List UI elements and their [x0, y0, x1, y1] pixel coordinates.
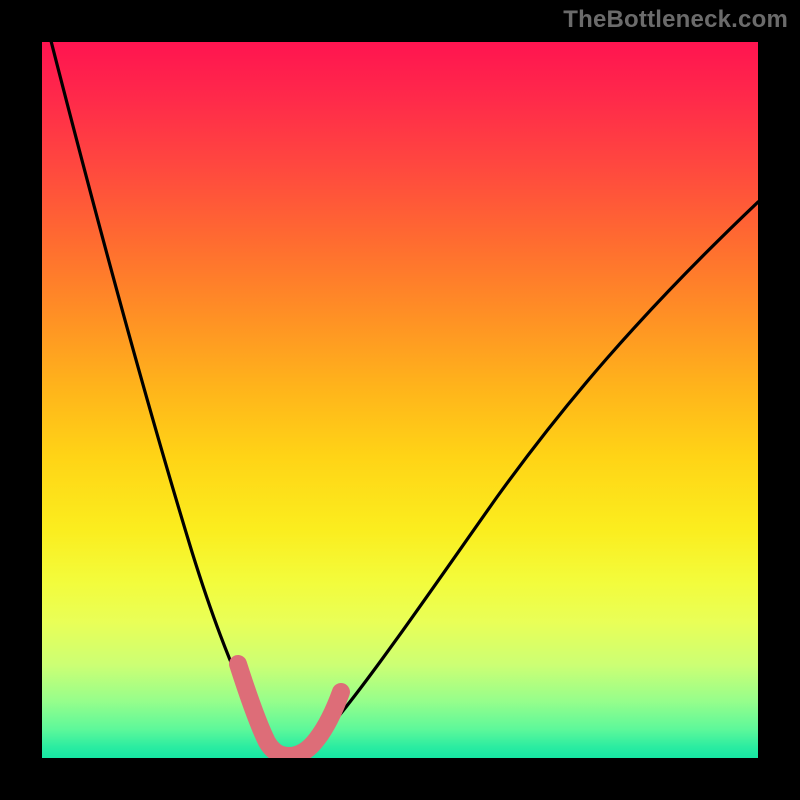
chart-frame: TheBottleneck.com: [0, 0, 800, 800]
bottom-highlight-stroke: [238, 664, 341, 756]
curve-layer: [42, 42, 758, 758]
watermark-text: TheBottleneck.com: [563, 6, 788, 34]
plot-area: [42, 42, 758, 758]
bottleneck-curve: [50, 42, 758, 757]
